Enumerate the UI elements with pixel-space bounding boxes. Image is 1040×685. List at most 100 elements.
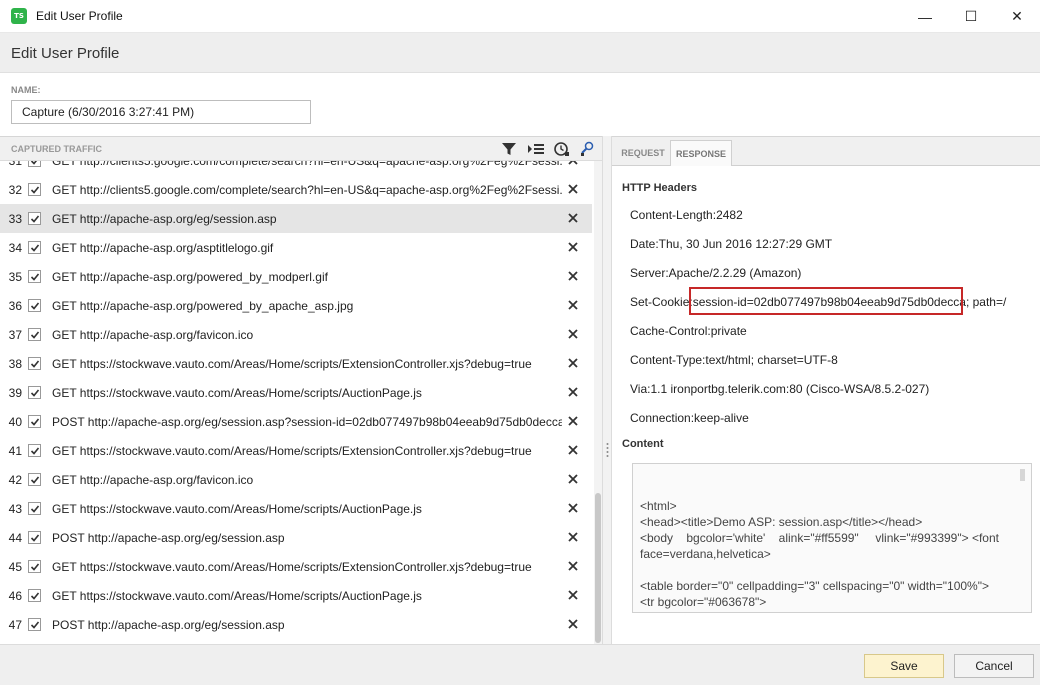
row-checkbox[interactable] xyxy=(28,328,41,341)
traffic-row[interactable]: 36 GET http://apache-asp.org/powered_by_a… xyxy=(0,291,592,320)
traffic-row[interactable]: 44 POST http://apache-asp.org/eg/session.… xyxy=(0,523,592,552)
row-checkbox[interactable] xyxy=(28,161,41,167)
row-url: GET http://apache-asp.org/favicon.ico xyxy=(52,472,254,487)
content-title: Content xyxy=(622,438,664,450)
traffic-row[interactable]: 41 GET https://stockwave.vauto.com/Areas/… xyxy=(0,436,592,465)
remove-row-icon[interactable] xyxy=(566,385,580,399)
row-checkbox[interactable] xyxy=(28,415,41,428)
header-connection: Connection:keep-alive xyxy=(630,411,749,425)
traffic-row[interactable]: 33 GET http://apache-asp.org/eg/session.a… xyxy=(0,204,592,233)
row-url: GET https://stockwave.vauto.com/Areas/Ho… xyxy=(52,501,422,516)
traffic-row[interactable]: 47 POST http://apache-asp.org/eg/session.… xyxy=(0,610,592,639)
cancel-button[interactable]: Cancel xyxy=(954,654,1034,678)
row-url: GET https://stockwave.vauto.com/Areas/Ho… xyxy=(52,559,532,574)
header-server: Server:Apache/2.2.29 (Amazon) xyxy=(630,266,802,280)
row-number: 34 xyxy=(8,240,22,255)
traffic-row[interactable]: 40 POST http://apache-asp.org/eg/session.… xyxy=(0,407,592,436)
row-url: POST http://apache-asp.org/eg/session.as… xyxy=(52,617,285,632)
traffic-row[interactable]: 45 GET https://stockwave.vauto.com/Areas/… xyxy=(0,552,592,581)
row-checkbox[interactable] xyxy=(28,241,41,254)
remove-row-icon[interactable] xyxy=(566,182,580,196)
traffic-row[interactable]: 38 GET https://stockwave.vauto.com/Areas/… xyxy=(0,349,592,378)
content-viewer[interactable]: <html> <head><title>Demo ASP: session.as… xyxy=(632,463,1032,613)
captured-traffic-panel: CAPTURED TRAFFIC 31 GET http://clients5.g… xyxy=(0,136,602,645)
row-checkbox[interactable] xyxy=(28,299,41,312)
header-content-type: Content-Type:text/html; charset=UTF-8 xyxy=(630,353,838,367)
tab-response[interactable]: RESPONSE xyxy=(670,140,732,166)
row-number: 41 xyxy=(8,443,22,458)
checkmark-icon xyxy=(30,243,39,252)
row-checkbox[interactable] xyxy=(28,183,41,196)
remove-row-icon[interactable] xyxy=(566,414,580,428)
clear-list-icon[interactable] xyxy=(527,141,545,157)
row-url: GET http://apache-asp.org/powered_by_apa… xyxy=(52,298,354,313)
remove-row-icon[interactable] xyxy=(566,269,580,283)
remove-row-icon[interactable] xyxy=(566,327,580,341)
close-button[interactable]: ✕ xyxy=(994,0,1040,33)
traffic-scrollbar[interactable] xyxy=(594,161,602,645)
row-url: GET https://stockwave.vauto.com/Areas/Ho… xyxy=(52,356,532,371)
scrollbar-thumb[interactable] xyxy=(595,493,601,643)
checkmark-icon xyxy=(30,185,39,194)
row-checkbox[interactable] xyxy=(28,560,41,573)
checkmark-icon xyxy=(30,475,39,484)
row-url: GET http://apache-asp.org/eg/session.asp xyxy=(52,211,277,226)
minimize-button[interactable]: — xyxy=(902,0,948,33)
save-button[interactable]: Save xyxy=(864,654,944,678)
remove-row-icon[interactable] xyxy=(566,472,580,486)
remove-row-icon[interactable] xyxy=(566,443,580,457)
remove-row-icon[interactable] xyxy=(566,501,580,515)
row-checkbox[interactable] xyxy=(28,357,41,370)
row-checkbox[interactable] xyxy=(28,618,41,631)
row-checkbox[interactable] xyxy=(28,212,41,225)
traffic-row[interactable]: 39 GET https://stockwave.vauto.com/Areas/… xyxy=(0,378,592,407)
row-number: 33 xyxy=(8,211,22,226)
checkmark-icon xyxy=(30,214,39,223)
traffic-row[interactable]: 32 GET http://clients5.google.com/complet… xyxy=(0,175,592,204)
row-checkbox[interactable] xyxy=(28,444,41,457)
remove-row-icon[interactable] xyxy=(566,211,580,225)
window-controls: — ☐ ✕ xyxy=(902,0,1040,33)
remove-row-icon[interactable] xyxy=(566,588,580,602)
row-checkbox[interactable] xyxy=(28,270,41,283)
row-checkbox[interactable] xyxy=(28,473,41,486)
remove-row-icon[interactable] xyxy=(566,161,580,167)
row-url: GET https://stockwave.vauto.com/Areas/Ho… xyxy=(52,588,422,603)
row-checkbox[interactable] xyxy=(28,589,41,602)
checkmark-icon xyxy=(30,446,39,455)
row-checkbox[interactable] xyxy=(28,386,41,399)
remove-row-icon[interactable] xyxy=(566,617,580,631)
row-url: GET http://clients5.google.com/complete/… xyxy=(52,161,562,168)
history-clock-icon[interactable] xyxy=(553,141,571,157)
remove-row-icon[interactable] xyxy=(566,298,580,312)
remove-row-icon[interactable] xyxy=(566,530,580,544)
checkmark-icon xyxy=(30,161,37,165)
remove-row-icon[interactable] xyxy=(566,356,580,370)
traffic-row[interactable]: 43 GET https://stockwave.vauto.com/Areas/… xyxy=(0,494,592,523)
traffic-row[interactable]: 31 GET http://clients5.google.com/complet… xyxy=(0,161,592,175)
traffic-list[interactable]: 31 GET http://clients5.google.com/complet… xyxy=(0,161,593,645)
tab-request[interactable]: REQUEST xyxy=(616,140,670,166)
row-number: 36 xyxy=(8,298,22,313)
find-icon[interactable] xyxy=(579,141,597,157)
header-cache-control: Cache-Control:private xyxy=(630,324,747,338)
remove-row-icon[interactable] xyxy=(566,559,580,573)
detail-panel: REQUEST RESPONSE HTTP Headers Content-Le… xyxy=(612,136,1040,644)
content-scrollbar-thumb[interactable] xyxy=(1020,469,1025,481)
filter-icon[interactable] xyxy=(500,141,518,157)
traffic-row[interactable]: 46 GET https://stockwave.vauto.com/Areas/… xyxy=(0,581,592,610)
remove-row-icon[interactable] xyxy=(566,240,580,254)
row-checkbox[interactable] xyxy=(28,502,41,515)
traffic-row[interactable]: 42 GET http://apache-asp.org/favicon.ico xyxy=(0,465,592,494)
traffic-row[interactable]: 35 GET http://apache-asp.org/powered_by_m… xyxy=(0,262,592,291)
row-url: GET https://stockwave.vauto.com/Areas/Ho… xyxy=(52,443,532,458)
traffic-row[interactable]: 37 GET http://apache-asp.org/favicon.ico xyxy=(0,320,592,349)
name-input[interactable] xyxy=(11,100,311,124)
panel-splitter[interactable] xyxy=(602,136,612,644)
traffic-row[interactable]: 34 GET http://apache-asp.org/asptitlelogo… xyxy=(0,233,592,262)
checkmark-icon xyxy=(30,330,39,339)
maximize-button[interactable]: ☐ xyxy=(948,0,994,33)
header-via: Via:1.1 ironportbg.telerik.com:80 (Cisco… xyxy=(630,382,930,396)
row-checkbox[interactable] xyxy=(28,531,41,544)
content-code: <html> <head><title>Demo ASP: session.as… xyxy=(640,499,999,609)
